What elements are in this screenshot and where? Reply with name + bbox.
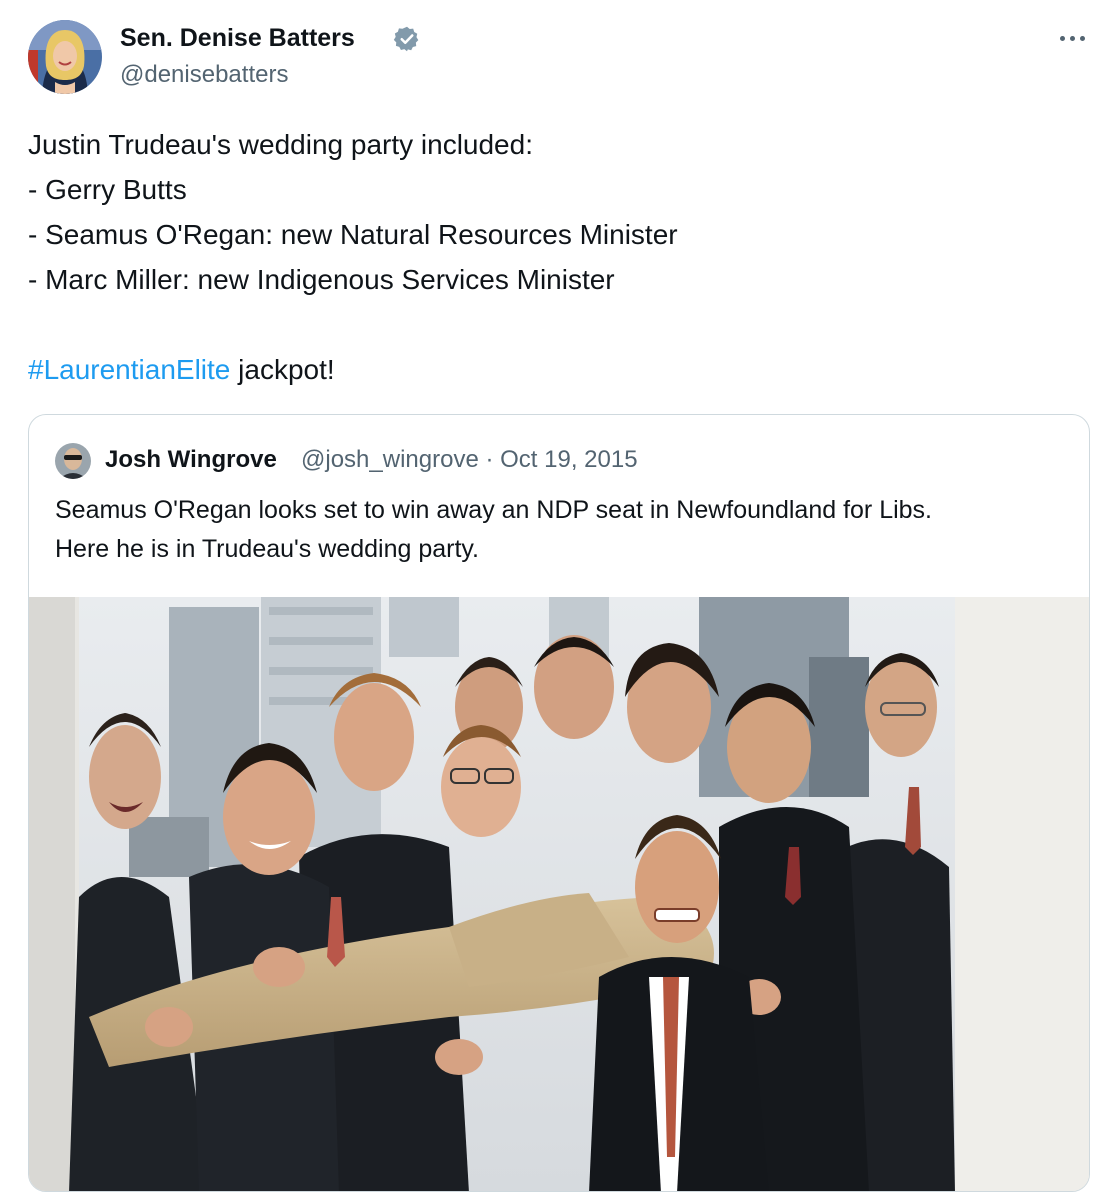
author-name[interactable]: Sen. Denise Batters	[120, 22, 355, 54]
tweet-text: Justin Trudeau's wedding party included:…	[28, 122, 1068, 392]
quoted-line: Here he is in Trudeau's wedding party.	[55, 535, 479, 563]
tweet: Sen. Denise Batters @denisebatters Justi…	[0, 0, 1100, 1200]
author-avatar[interactable]	[28, 20, 102, 94]
tweet-hashtag-line: #LaurentianElite jackpot!	[28, 347, 1068, 392]
tweet-line: - Marc Miller: new Indigenous Services M…	[28, 264, 615, 295]
quoted-meta: @josh_wingrove · Oct 19, 2015	[301, 445, 638, 475]
tweet-line: - Gerry Butts	[28, 174, 187, 205]
quoted-date[interactable]: Oct 19, 2015	[500, 446, 637, 473]
author-handle[interactable]: @denisebatters	[120, 60, 288, 90]
hashtag-suffix: jackpot!	[230, 354, 335, 385]
hashtag-link[interactable]: #LaurentianElite	[28, 354, 230, 385]
quoted-author-name[interactable]: Josh Wingrove	[105, 445, 277, 475]
quoted-author-handle[interactable]: @josh_wingrove	[301, 446, 479, 473]
wedding-party-photo	[29, 597, 1089, 1191]
ellipsis-icon	[1059, 35, 1065, 41]
quoted-photo[interactable]	[29, 597, 1089, 1191]
quoted-author-avatar[interactable]	[55, 443, 91, 479]
more-options-button[interactable]	[1052, 20, 1092, 56]
quoted-line: Seamus O'Regan looks set to win away an …	[55, 496, 933, 524]
tweet-line: Justin Trudeau's wedding party included:	[28, 129, 533, 160]
quoted-text: Seamus O'Regan looks set to win away an …	[55, 491, 1065, 569]
quoted-tweet[interactable]: Josh Wingrove @josh_wingrove · Oct 19, 2…	[28, 414, 1090, 1192]
meta-separator: ·	[485, 446, 494, 473]
tweet-line: - Seamus O'Regan: new Natural Resources …	[28, 219, 678, 250]
verified-badge-icon	[393, 25, 421, 53]
